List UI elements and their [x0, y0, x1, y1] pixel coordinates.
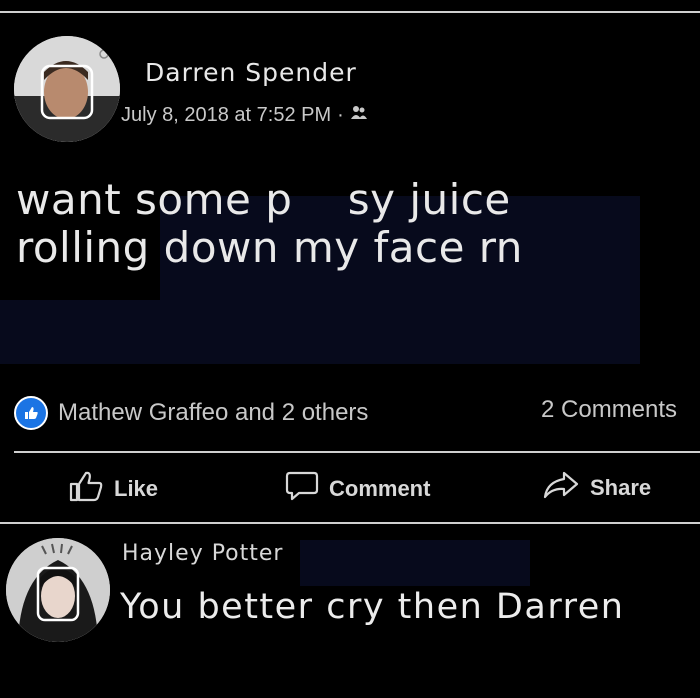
commenter-photo — [6, 538, 110, 642]
post-timestamp[interactable]: July 8, 2018 at 7:52 PM — [121, 104, 331, 127]
top-divider — [0, 11, 700, 13]
like-button[interactable]: Like — [68, 470, 158, 508]
friends-icon[interactable] — [350, 104, 368, 127]
share-button[interactable]: Share — [542, 470, 651, 506]
author-photo — [14, 36, 120, 142]
reactions-text: Mathew Graffeo and 2 others — [58, 399, 369, 426]
meta-separator: · — [337, 104, 344, 126]
post-background — [0, 300, 640, 364]
post-text-line-1: want some p sy juice — [16, 175, 511, 224]
comment-button[interactable]: Comment — [285, 470, 430, 508]
reactions-summary[interactable]: Mathew Graffeo and 2 others — [14, 396, 368, 430]
comment-text: You better cry then Darren — [120, 587, 625, 627]
thumbs-up-icon — [68, 470, 104, 508]
comment-background — [300, 540, 530, 586]
share-arrow-icon — [542, 470, 580, 506]
comment-label: Comment — [329, 476, 431, 501]
speech-bubble-icon — [285, 470, 319, 508]
post-author-name[interactable]: Darren Spender — [145, 58, 357, 87]
share-label: Share — [590, 475, 652, 500]
like-icon — [14, 396, 48, 430]
post-text: want some p sy juice rolling down my fac… — [16, 176, 523, 272]
post-text-line-2: rolling down my face rn — [16, 223, 523, 272]
commenter-avatar[interactable] — [6, 538, 110, 642]
comment-author-name[interactable]: Hayley Potter — [122, 541, 283, 566]
author-avatar[interactable] — [14, 36, 120, 142]
post-meta: July 8, 2018 at 7:52 PM · — [121, 104, 368, 127]
like-label: Like — [114, 476, 159, 501]
reactions-divider — [14, 451, 700, 453]
actions-divider — [0, 522, 700, 524]
comments-count[interactable]: 2 Comments — [541, 396, 677, 424]
